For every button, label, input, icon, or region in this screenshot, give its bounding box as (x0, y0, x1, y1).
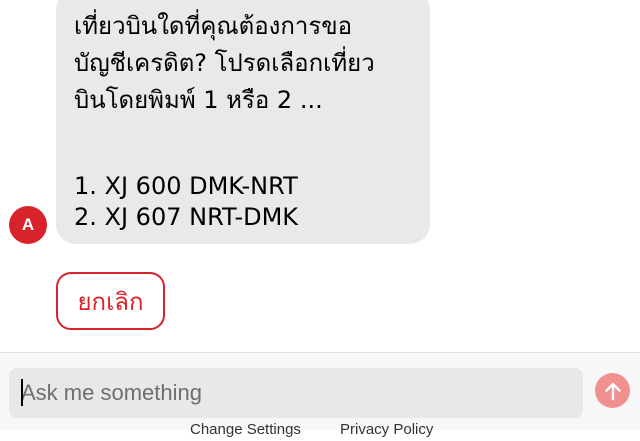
cancel-button[interactable]: ยกเลิก (56, 272, 165, 330)
flight-option-2: 2. XJ 607 NRT-DMK (74, 203, 299, 231)
send-button[interactable] (595, 373, 630, 408)
footer-links: Change Settings Privacy Policy (0, 421, 640, 441)
composer-bar (0, 352, 640, 430)
text-caret (21, 379, 23, 406)
avatar-letter: A (21, 215, 35, 234)
message-line: บินโดยพิมพ์ 1 หรือ 2 ... (74, 86, 323, 114)
bot-avatar: A (9, 206, 47, 244)
message-line: บัญชีเครดิต? โปรดเลือกเที่ยว (74, 49, 375, 77)
bot-message-bubble: เที่ยวบินใดที่คุณต้องการขอ บัญชีเครดิต? … (56, 0, 430, 244)
arrow-up-icon (602, 380, 624, 402)
cancel-button-label: ยกเลิก (77, 287, 144, 316)
flight-option-1: 1. XJ 600 DMK-NRT (74, 172, 298, 200)
message-input[interactable] (9, 368, 583, 418)
flight-options: 1. XJ 600 DMK-NRT 2. XJ 607 NRT-DMK (74, 171, 412, 233)
message-line: เที่ยวบินใดที่คุณต้องการขอ (74, 12, 353, 40)
chat-area: เที่ยวบินใดที่คุณต้องการขอ บัญชีเครดิต? … (0, 0, 640, 352)
